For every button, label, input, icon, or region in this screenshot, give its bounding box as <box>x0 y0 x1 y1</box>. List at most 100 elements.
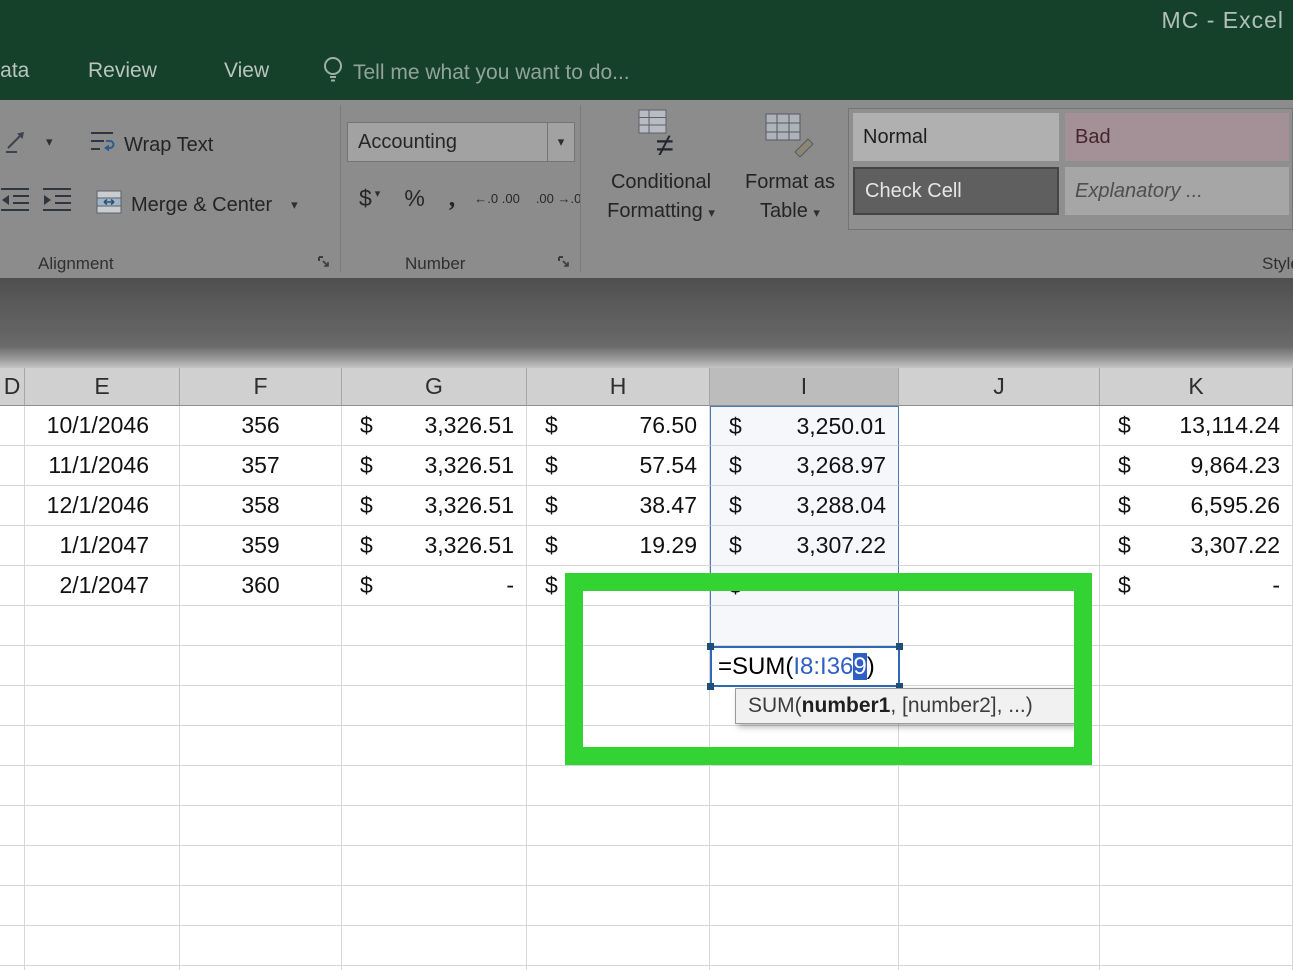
cell-E[interactable]: 1/1/2047 <box>25 526 180 566</box>
cell-H[interactable] <box>527 646 710 686</box>
cell-D[interactable] <box>0 846 25 886</box>
cell-I[interactable] <box>710 886 899 926</box>
cell-I[interactable] <box>710 966 899 970</box>
cell-D[interactable] <box>0 526 25 566</box>
column-header-E[interactable]: E <box>25 368 180 406</box>
active-formula-cell[interactable]: =SUM(I8:I369) <box>710 646 900 687</box>
cell-H[interactable] <box>527 966 710 970</box>
cell-D[interactable] <box>0 566 25 606</box>
tab-view[interactable]: View <box>224 59 269 83</box>
cell-F[interactable]: 357 <box>180 446 342 486</box>
cell-I[interactable] <box>710 606 899 646</box>
cell-H[interactable] <box>527 686 710 726</box>
column-header-I[interactable]: I <box>710 368 899 406</box>
cell-D[interactable] <box>0 446 25 486</box>
cell-H[interactable]: $- <box>527 566 710 606</box>
cell-D[interactable] <box>0 966 25 970</box>
cell-G[interactable] <box>342 846 527 886</box>
cell-D[interactable] <box>0 606 25 646</box>
cell-D[interactable] <box>0 686 25 726</box>
cell-E[interactable]: 11/1/2046 <box>25 446 180 486</box>
cell-E[interactable] <box>25 726 180 766</box>
cell-F[interactable] <box>180 806 342 846</box>
cell-J[interactable] <box>899 846 1100 886</box>
number-dialog-launcher-icon[interactable] <box>558 256 572 270</box>
cell-G[interactable]: $3,326.51 <box>342 526 527 566</box>
cell-D[interactable] <box>0 486 25 526</box>
style-chip-explanatory[interactable]: Explanatory ... <box>1065 167 1289 215</box>
cell-G[interactable] <box>342 886 527 926</box>
orientation-button[interactable]: ▾ <box>2 124 53 159</box>
decrease-indent-icon[interactable] <box>0 186 30 219</box>
alignment-dialog-launcher-icon[interactable] <box>318 256 332 270</box>
cell-H[interactable]: $76.50 <box>527 406 710 446</box>
cell-E[interactable] <box>25 966 180 970</box>
cell-J[interactable] <box>899 526 1100 566</box>
cell-J[interactable] <box>899 886 1100 926</box>
cell-G[interactable] <box>342 766 527 806</box>
percent-style-button[interactable]: % <box>391 185 437 212</box>
cell-F[interactable] <box>180 686 342 726</box>
cell-J[interactable] <box>899 726 1100 766</box>
cell-E[interactable] <box>25 846 180 886</box>
column-header-F[interactable]: F <box>180 368 342 406</box>
column-header-H[interactable]: H <box>527 368 710 406</box>
cell-J[interactable] <box>899 806 1100 846</box>
cell-K[interactable] <box>1100 606 1293 646</box>
increase-decimal-button[interactable]: ←.0 .00 <box>466 191 528 206</box>
conditional-formatting-button[interactable]: ≠ Conditional Formatting ▾ <box>588 108 734 227</box>
cell-I[interactable]: $3,250.01 <box>710 406 899 446</box>
column-header-K[interactable]: K <box>1100 368 1293 406</box>
cell-K[interactable] <box>1100 646 1293 686</box>
comma-style-button[interactable]: , <box>438 183 467 213</box>
tab-review[interactable]: Review <box>88 59 157 83</box>
cell-E[interactable] <box>25 806 180 846</box>
style-chip-bad[interactable]: Bad <box>1065 113 1289 161</box>
selection-handle[interactable] <box>896 643 903 650</box>
column-header-G[interactable]: G <box>342 368 527 406</box>
cell-I[interactable]: $3,307.22 <box>710 526 899 566</box>
cell-E[interactable] <box>25 606 180 646</box>
cell-F[interactable] <box>180 886 342 926</box>
cell-K[interactable]: $3,307.22 <box>1100 526 1293 566</box>
cell-I[interactable] <box>710 726 899 766</box>
cell-F[interactable] <box>180 966 342 970</box>
cell-G[interactable]: $3,326.51 <box>342 486 527 526</box>
column-header-D[interactable]: D <box>0 368 25 406</box>
cell-K[interactable]: $9,864.23 <box>1100 446 1293 486</box>
cell-J[interactable] <box>899 926 1100 966</box>
cell-I[interactable]: $3,268.97 <box>710 446 899 486</box>
cell-K[interactable] <box>1100 926 1293 966</box>
cell-I[interactable] <box>710 926 899 966</box>
cell-J[interactable] <box>899 966 1100 970</box>
cell-J[interactable] <box>899 406 1100 446</box>
increase-indent-icon[interactable] <box>42 186 72 219</box>
cell-D[interactable] <box>0 766 25 806</box>
cell-E[interactable] <box>25 926 180 966</box>
cell-J[interactable] <box>899 646 1100 686</box>
cell-H[interactable] <box>527 606 710 646</box>
tell-me-box[interactable]: Tell me what you want to do... <box>322 56 630 89</box>
cell-F[interactable] <box>180 646 342 686</box>
cell-D[interactable] <box>0 886 25 926</box>
cell-G[interactable]: $3,326.51 <box>342 446 527 486</box>
cell-G[interactable] <box>342 606 527 646</box>
cell-F[interactable] <box>180 766 342 806</box>
style-chip-check-cell[interactable]: Check Cell <box>853 167 1059 215</box>
cell-K[interactable] <box>1100 726 1293 766</box>
cell-F[interactable] <box>180 846 342 886</box>
cell-J[interactable] <box>899 566 1100 606</box>
cell-H[interactable]: $38.47 <box>527 486 710 526</box>
cell-H[interactable] <box>527 726 710 766</box>
cell-G[interactable] <box>342 926 527 966</box>
cell-G[interactable] <box>342 686 527 726</box>
cell-E[interactable] <box>25 686 180 726</box>
cell-K[interactable] <box>1100 806 1293 846</box>
column-header-J[interactable]: J <box>899 368 1100 406</box>
cell-K[interactable] <box>1100 766 1293 806</box>
cell-E[interactable]: 10/1/2046 <box>25 406 180 446</box>
cell-H[interactable]: $19.29 <box>527 526 710 566</box>
cell-K[interactable] <box>1100 686 1293 726</box>
cell-F[interactable] <box>180 606 342 646</box>
cell-H[interactable] <box>527 926 710 966</box>
